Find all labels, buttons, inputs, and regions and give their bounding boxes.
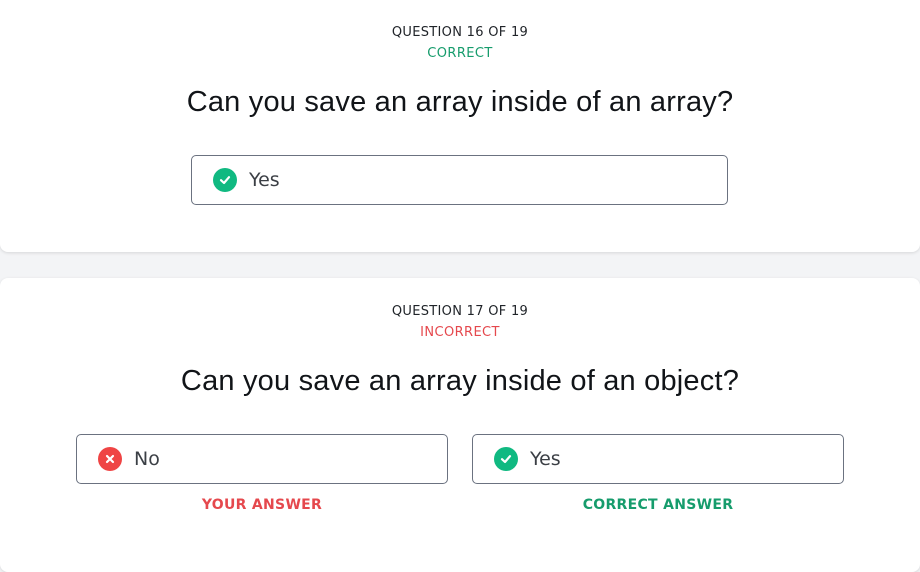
answer-label: No [134, 448, 160, 470]
question-text: Can you save an array inside of an array… [186, 86, 734, 118]
correct-answer-label: CORRECT ANSWER [582, 497, 734, 513]
status-incorrect: INCORRECT [420, 325, 500, 340]
your-answer-label: YOUR ANSWER [201, 497, 323, 513]
x-circle-icon [98, 447, 122, 471]
answer-option-yes[interactable]: Yes [191, 155, 728, 205]
question-text: Can you save an array inside of an objec… [180, 365, 740, 397]
answer-label: Yes [249, 169, 280, 191]
answer-label: Yes [530, 448, 561, 470]
question-card-17: QUESTION 17 OF 19 INCORRECT Can you save… [0, 278, 920, 572]
answer-option-no[interactable]: No [76, 434, 448, 484]
answer-option-yes[interactable]: Yes [472, 434, 844, 484]
status-correct: CORRECT [427, 46, 493, 61]
question-number: QUESTION 17 OF 19 [391, 304, 529, 319]
question-card-16: QUESTION 16 OF 19 CORRECT Can you save a… [0, 0, 920, 252]
check-circle-icon [494, 447, 518, 471]
check-circle-icon [213, 168, 237, 192]
question-number: QUESTION 16 OF 19 [391, 25, 529, 40]
